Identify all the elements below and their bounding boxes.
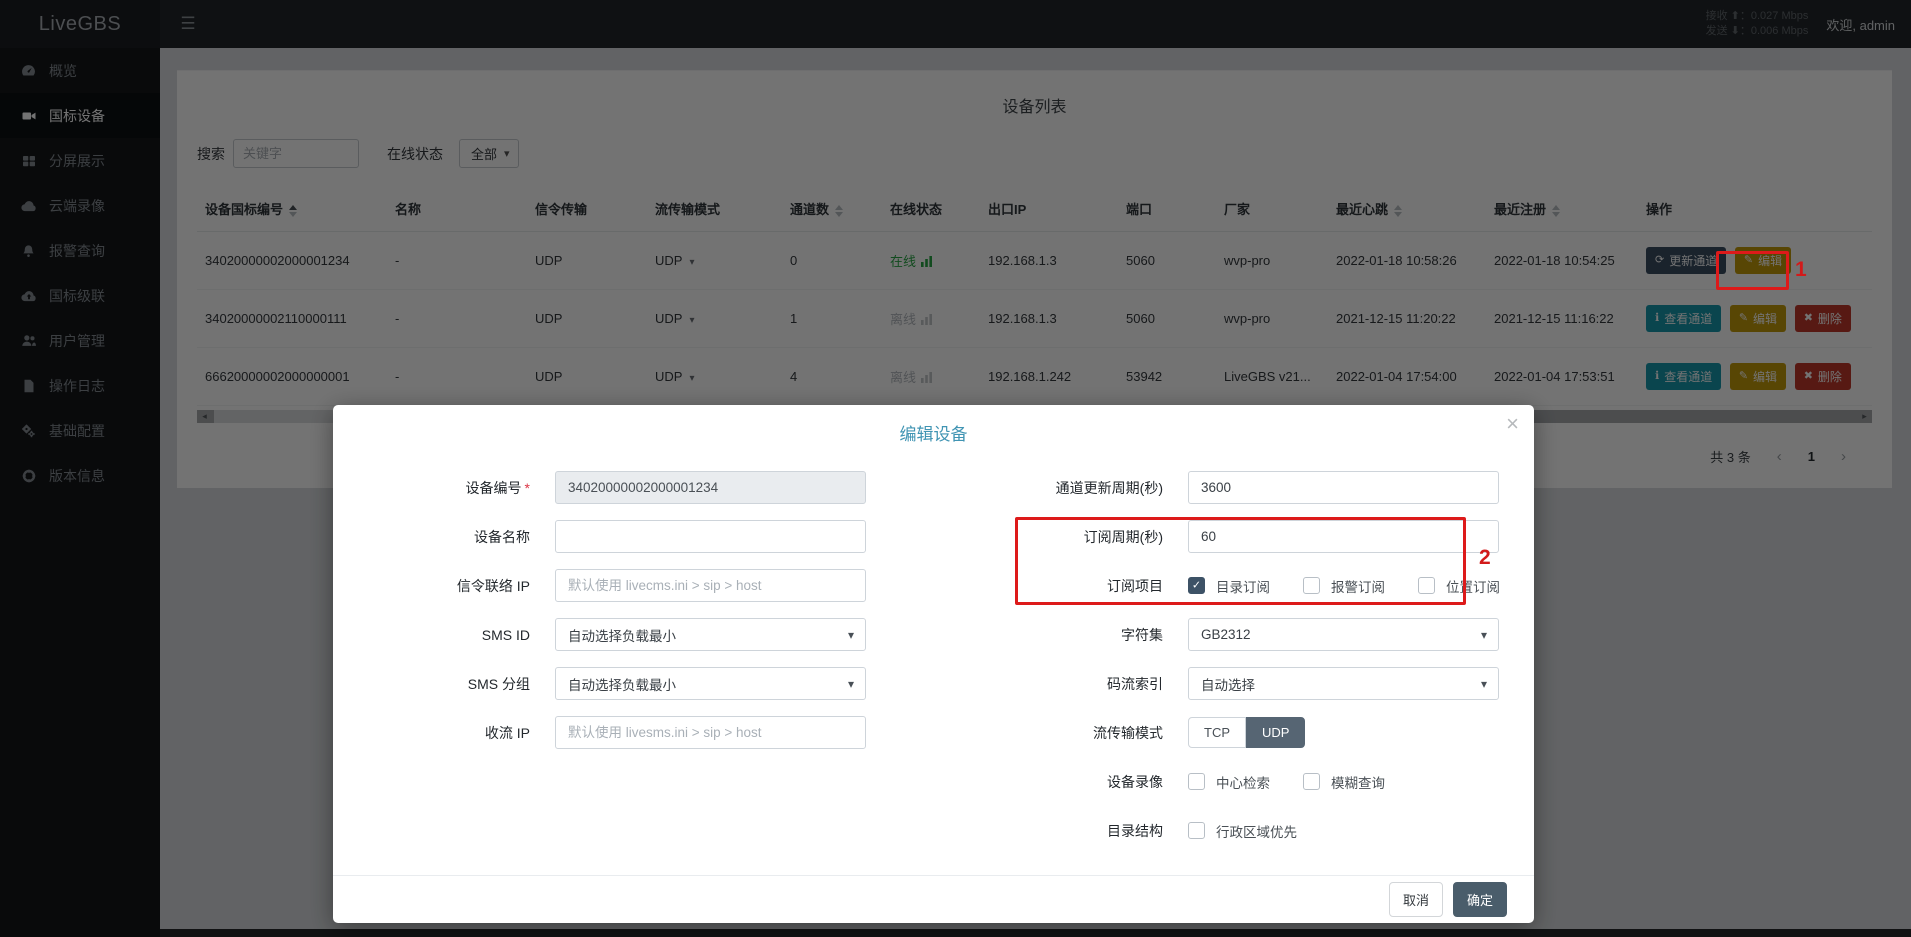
center-search-checkbox[interactable] xyxy=(1188,773,1205,790)
device-record-label: 设备录像 xyxy=(938,772,1163,792)
annotation-box-edit-button xyxy=(1716,251,1789,290)
chevron-down-icon: ▾ xyxy=(848,628,854,642)
sms-group-select[interactable]: 自动选择负载最小▾ xyxy=(555,667,866,700)
sms-id-select[interactable]: 自动选择负载最小▾ xyxy=(555,618,866,651)
modal-title: 编辑设备 xyxy=(333,405,1534,445)
form-row-recv-ip: 收流 IP xyxy=(378,716,911,749)
form-row-sms-group: SMS 分组 自动选择负载最小▾ xyxy=(378,667,911,700)
chevron-down-icon: ▾ xyxy=(1481,677,1487,691)
stream-mode-toggle: TCP UDP xyxy=(1188,717,1305,748)
modal-footer: 取消 确定 xyxy=(333,875,1534,923)
channel-refresh-field[interactable] xyxy=(1188,471,1499,504)
stream-mode-label: 流传输模式 xyxy=(938,723,1163,743)
charset-label: 字符集 xyxy=(938,625,1163,645)
annotation-step-2: 2 xyxy=(1479,546,1491,570)
form-row-device-name: 设备名称 xyxy=(378,520,911,553)
sms-id-label: SMS ID xyxy=(378,627,530,643)
sms-group-label: SMS 分组 xyxy=(378,674,530,694)
sip-contact-ip-label: 信令联络 IP xyxy=(378,576,530,596)
admin-region-checkbox[interactable] xyxy=(1188,822,1205,839)
charset-select[interactable]: GB2312▾ xyxy=(1188,618,1499,651)
device-record-options: 中心检索 模糊查询 xyxy=(1188,772,1385,792)
form-row-stream-index: 码流索引 自动选择▾ xyxy=(938,667,1508,700)
dir-structure-options: 行政区域优先 xyxy=(1188,821,1297,841)
cancel-button[interactable]: 取消 xyxy=(1389,882,1443,917)
dir-structure-label: 目录结构 xyxy=(938,821,1163,841)
device-id-field xyxy=(555,471,866,504)
recv-ip-field[interactable] xyxy=(555,716,866,749)
recv-ip-label: 收流 IP xyxy=(378,723,530,743)
device-name-label: 设备名称 xyxy=(378,527,530,547)
edit-device-modal: 编辑设备 × 设备编号* 设备名称 信令联络 IP SMS ID 自动选择负载最… xyxy=(333,405,1534,923)
annotation-box-subscribe-fields xyxy=(1015,517,1466,605)
stream-index-label: 码流索引 xyxy=(938,674,1163,694)
modal-body: 设备编号* 设备名称 信令联络 IP SMS ID 自动选择负载最小▾ SMS … xyxy=(333,445,1534,863)
admin-region-label: 行政区域优先 xyxy=(1216,821,1297,841)
center-search-label: 中心检索 xyxy=(1216,772,1270,792)
channel-refresh-label: 通道更新周期(秒) xyxy=(938,478,1163,498)
required-asterisk: * xyxy=(525,480,530,496)
form-row-sip-ip: 信令联络 IP xyxy=(378,569,911,602)
form-row-charset: 字符集 GB2312▾ xyxy=(938,618,1508,651)
stream-index-select[interactable]: 自动选择▾ xyxy=(1188,667,1499,700)
annotation-step-1: 1 xyxy=(1795,258,1807,282)
close-icon[interactable]: × xyxy=(1506,413,1519,435)
fuzzy-query-checkbox[interactable] xyxy=(1303,773,1320,790)
form-row-stream-mode: 流传输模式 TCP UDP xyxy=(938,716,1508,749)
chevron-down-icon: ▾ xyxy=(848,677,854,691)
tcp-option[interactable]: TCP xyxy=(1188,717,1246,748)
form-row-sms-id: SMS ID 自动选择负载最小▾ xyxy=(378,618,911,651)
sip-contact-ip-field[interactable] xyxy=(555,569,866,602)
form-row-device-record: 设备录像 中心检索 模糊查询 xyxy=(938,765,1508,798)
form-row-channel-refresh: 通道更新周期(秒) xyxy=(938,471,1508,504)
udp-option[interactable]: UDP xyxy=(1246,717,1305,748)
form-row-device-id: 设备编号* xyxy=(378,471,911,504)
form-column-left: 设备编号* 设备名称 信令联络 IP SMS ID 自动选择负载最小▾ SMS … xyxy=(378,471,911,863)
form-row-dir-structure: 目录结构 行政区域优先 xyxy=(938,814,1508,847)
fuzzy-query-label: 模糊查询 xyxy=(1331,772,1385,792)
confirm-button[interactable]: 确定 xyxy=(1453,882,1507,917)
device-name-field[interactable] xyxy=(555,520,866,553)
device-id-label: 设备编号* xyxy=(378,478,530,498)
chevron-down-icon: ▾ xyxy=(1481,628,1487,642)
